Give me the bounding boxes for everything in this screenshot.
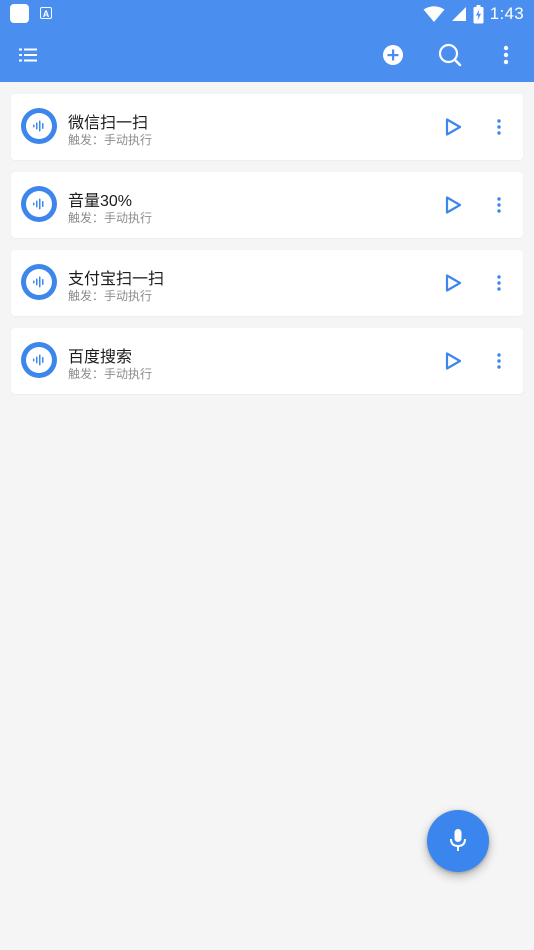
item-more-button[interactable] [487,113,511,141]
play-icon [445,274,462,292]
list-item[interactable]: 支付宝扫一扫 触发：手动执行 [11,250,523,316]
battery-charging-icon [473,4,484,23]
more-vertical-icon [497,197,501,213]
play-icon [445,352,462,370]
item-more-button[interactable] [487,269,511,297]
voice-bubble-icon [21,342,57,378]
toolbar [0,28,534,82]
item-trigger: 触发：手动执行 [68,289,153,303]
play-icon [445,196,462,214]
status-indicators: 1:43 [423,3,524,25]
overflow-menu-button[interactable] [482,28,530,82]
play-button[interactable] [439,113,467,141]
more-vertical-icon [497,353,501,369]
cellular-signal-icon [451,7,466,21]
app-bar: A 1:43 [0,0,534,82]
item-title: 支付宝扫一扫 [68,271,165,288]
more-vertical-icon [503,45,509,65]
wifi-icon [423,5,445,22]
item-title: 音量30% [68,193,133,210]
play-button[interactable] [439,191,467,219]
menu-button[interactable] [4,28,52,82]
voice-bubble-icon [21,186,57,222]
microphone-fab[interactable] [427,810,489,872]
item-more-button[interactable] [487,191,511,219]
item-trigger: 触发：手动执行 [68,211,153,225]
voice-bubble-icon [21,264,57,300]
item-trigger: 触发：手动执行 [68,367,153,381]
play-button[interactable] [439,347,467,375]
font-a-icon: A [40,7,52,19]
list-item[interactable]: 百度搜索 触发：手动执行 [11,328,523,394]
voice-bubble-icon [21,108,57,144]
status-time: 1:43 [489,4,524,23]
item-title: 微信扫一扫 [68,115,149,132]
item-title: 百度搜索 [68,349,133,366]
notification-app-icon [10,4,29,23]
more-vertical-icon [497,119,501,135]
command-list: 微信扫一扫 触发：手动执行 音量30% 触发：手动执行 支付宝扫一扫 触发：手动… [11,94,523,406]
play-icon [445,118,462,136]
play-button[interactable] [439,269,467,297]
item-more-button[interactable] [487,347,511,375]
search-button[interactable] [426,28,474,82]
status-bar: A 1:43 [0,0,534,28]
list-menu-icon [19,48,37,62]
list-item[interactable]: 音量30% 触发：手动执行 [11,172,523,238]
list-item[interactable]: 微信扫一扫 触发：手动执行 [11,94,523,160]
search-icon [438,43,462,67]
microphone-icon [450,829,466,851]
add-button[interactable] [369,28,417,82]
more-vertical-icon [497,275,501,291]
add-circle-icon [383,45,403,65]
item-trigger: 触发：手动执行 [68,133,153,147]
